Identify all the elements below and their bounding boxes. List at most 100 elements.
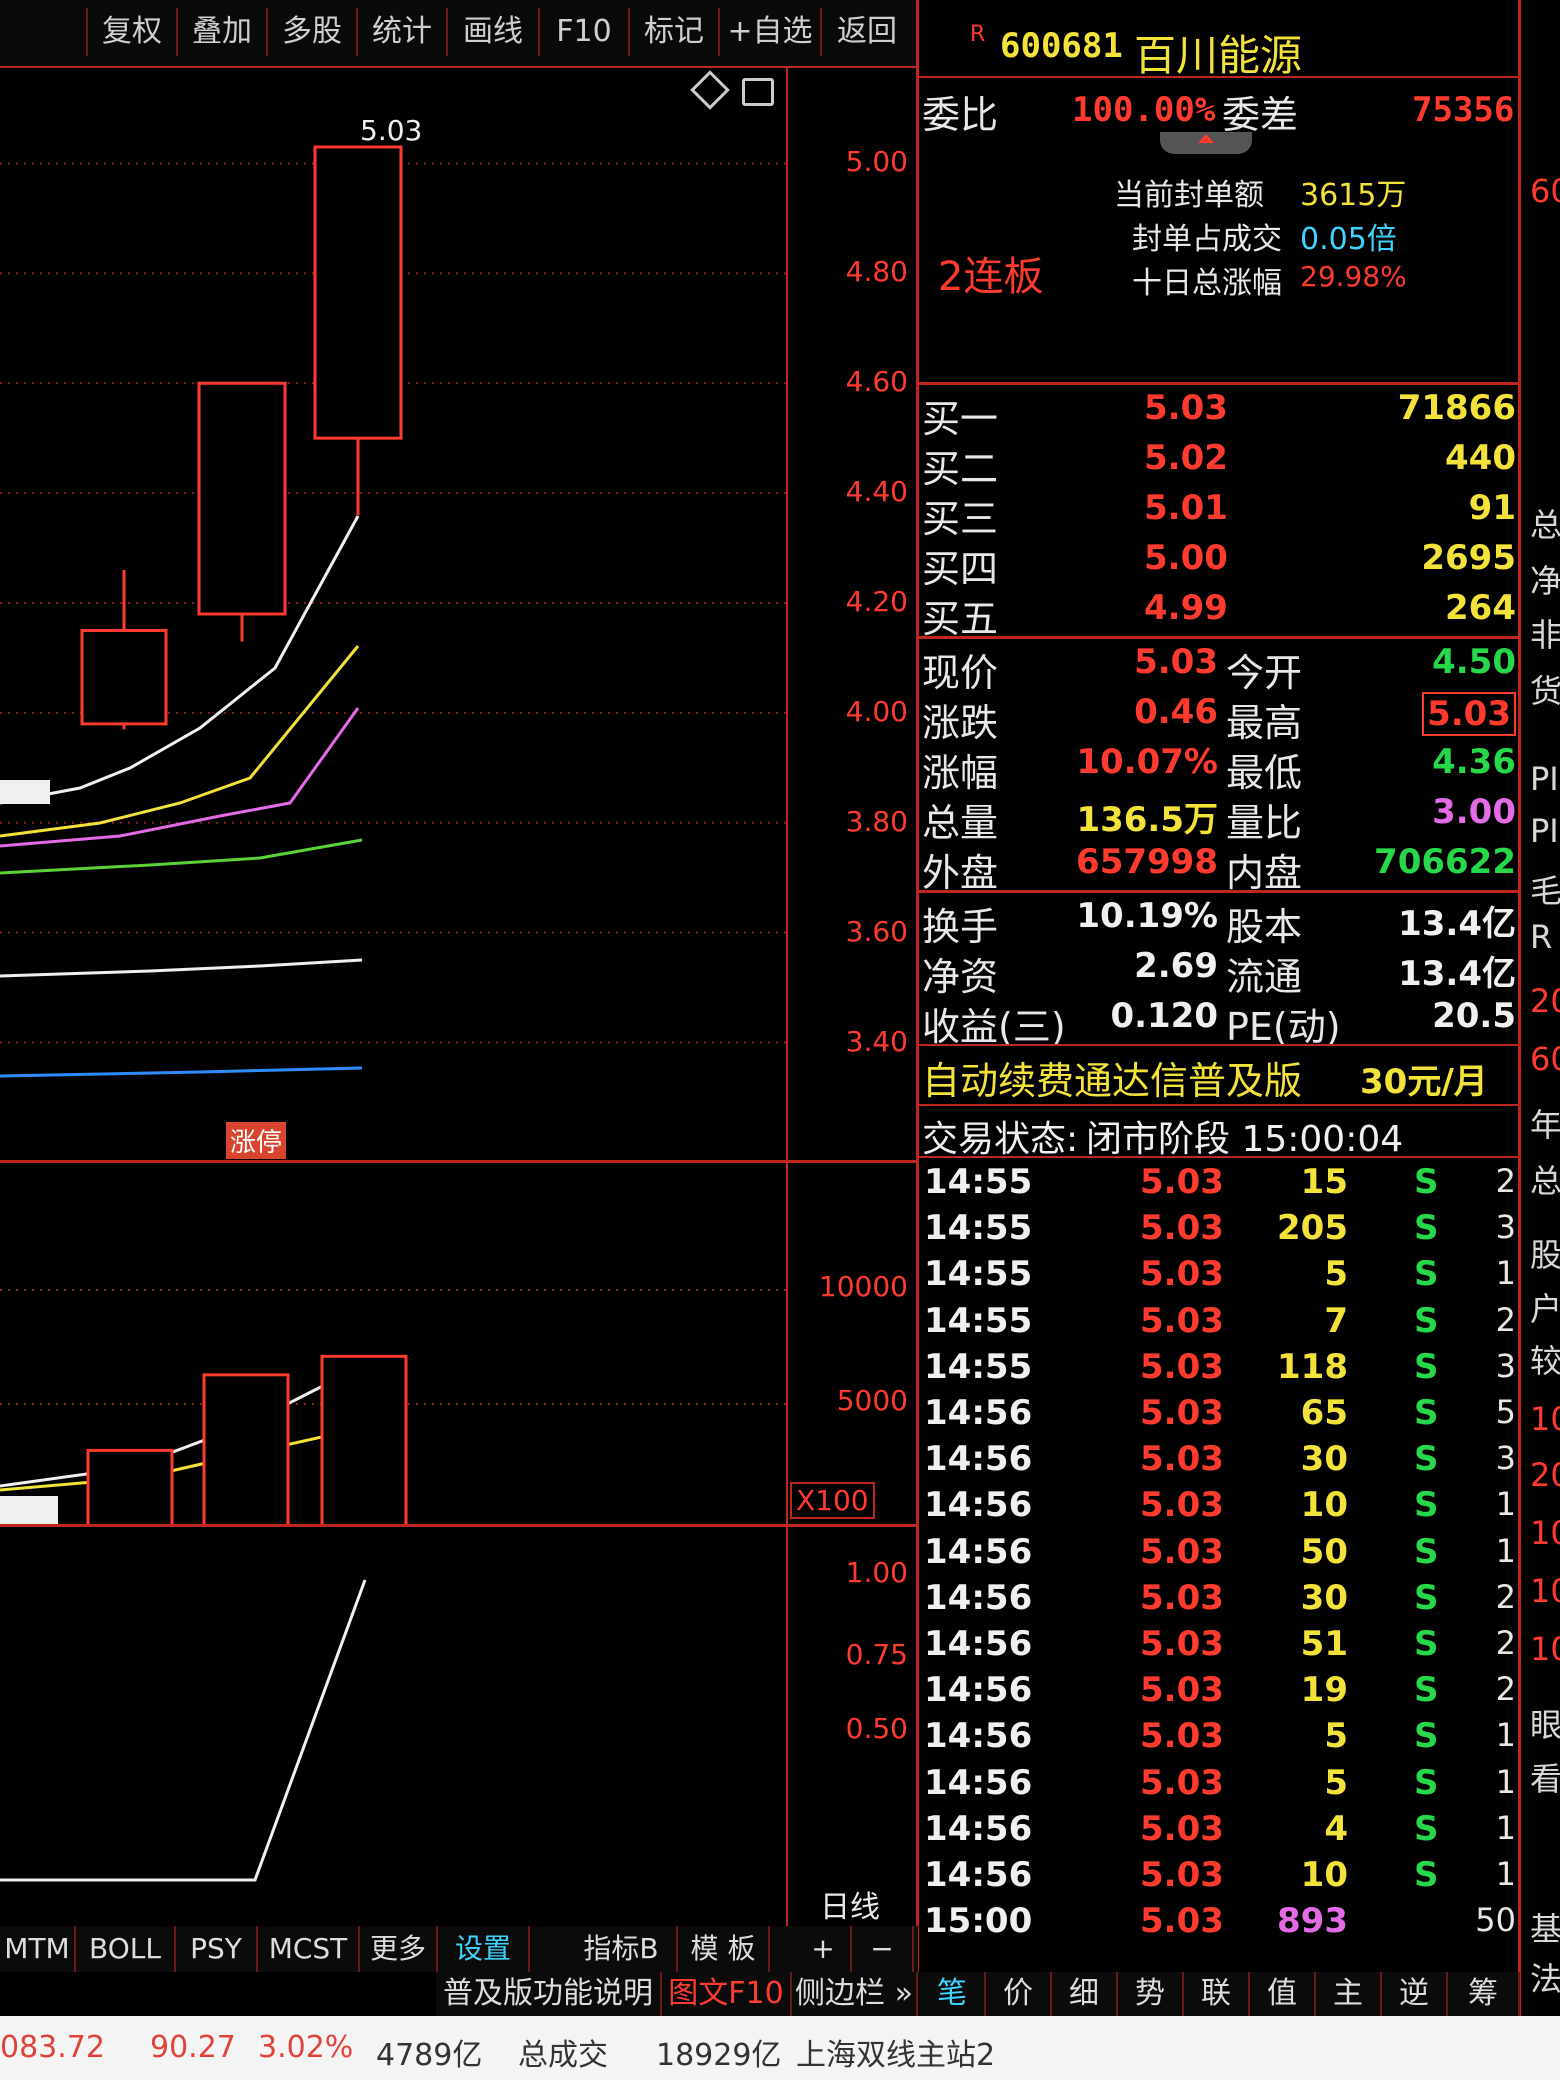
tick-side: S <box>1414 1808 1439 1849</box>
tick-side: S <box>1414 1162 1439 1202</box>
tick-price: 5.03 <box>1140 1346 1224 1387</box>
tick-price: 5.03 <box>1140 1208 1224 1249</box>
tick-count: 1 <box>1495 1254 1516 1293</box>
volume-bar <box>320 1354 408 1524</box>
bid-price: 4.99 <box>1144 588 1228 628</box>
tab-psy[interactable]: PSY <box>176 1926 258 1972</box>
weibi-label: 委比 <box>922 93 999 137</box>
side-panel-fragment: 股 <box>1530 1236 1560 1274</box>
tick-time: 14:56 <box>924 1393 1033 1433</box>
side-panel-fragment: 20 <box>1530 982 1560 1020</box>
stat-value: 4.50 <box>1432 642 1516 682</box>
tab-basic-guide[interactable]: 普及版功能说明 <box>436 1972 662 2016</box>
tick-volume: 19 <box>1300 1670 1348 1711</box>
price-axis-label: 4.80 <box>845 255 908 289</box>
tick-price: 5.03 <box>1140 1624 1224 1664</box>
tab-template[interactable]: 模 板 <box>678 1926 770 1972</box>
tick-volume: 5 <box>1324 1716 1348 1757</box>
stat-value: 5.03 <box>1134 642 1218 682</box>
stat-value: 657998 <box>1076 842 1218 882</box>
tick-volume: 118 <box>1277 1346 1348 1387</box>
tick-volume: 4 <box>1324 1808 1348 1849</box>
fund-value: 0.120 <box>1110 996 1218 1036</box>
tab-trend[interactable]: 势 <box>1118 1972 1184 2016</box>
volume-bar <box>86 1448 174 1524</box>
side-panel-fragment: 基 <box>1530 1910 1560 1948</box>
promo-price[interactable]: 30元/月 <box>1360 1054 1488 1103</box>
limit-streak: 2连板 <box>938 254 1044 300</box>
tick-side: S <box>1414 1300 1439 1341</box>
tab-sidebar[interactable]: 侧边栏 » <box>792 1972 918 2016</box>
toolbar-multi-stock-button[interactable]: 多股 <box>266 8 356 56</box>
tick-side: S <box>1414 1485 1439 1526</box>
indicator-chart[interactable] <box>0 1526 786 1926</box>
toolbar-restore-button[interactable]: 复权 <box>86 8 176 56</box>
total-label: 总成交 <box>518 2038 608 2073</box>
toolbar-draw-button[interactable]: 画线 <box>446 8 538 56</box>
promo-text[interactable]: 自动续费通达信普及版 <box>922 1050 1302 1105</box>
tick-price: 5.03 <box>1140 1439 1224 1480</box>
zoom-out-button[interactable]: − <box>852 1926 914 1972</box>
tick-volume: 7 <box>1324 1300 1348 1341</box>
bid-price: 5.00 <box>1144 538 1228 578</box>
trade-state-label: 交易状态: <box>922 1119 1079 1160</box>
toolbar-overlay-button[interactable]: 叠加 <box>176 8 266 56</box>
index-value: 083.72 <box>0 2030 105 2065</box>
ma120-line <box>0 1066 363 1078</box>
tab-more[interactable]: 更多 <box>360 1926 438 1972</box>
tick-count: 2 <box>1495 1577 1516 1616</box>
chart-toolbar: 复权 叠加 多股 统计 画线 F10 标记 +自选 返回 <box>0 0 918 66</box>
tick-price: 5.03 <box>1140 1901 1224 1942</box>
tab-value[interactable]: 值 <box>1250 1972 1316 2016</box>
stat-label: 量比 <box>1226 801 1303 845</box>
tick-count: 5 <box>1495 1393 1516 1431</box>
toolbar-add-watchlist-button[interactable]: +自选 <box>718 8 820 56</box>
tick-price: 5.03 <box>1140 1808 1224 1849</box>
price-axis-label: 3.40 <box>845 1024 908 1058</box>
tab-related[interactable]: 联 <box>1184 1972 1250 2016</box>
tab-mcst[interactable]: MCST <box>258 1926 360 1972</box>
index-pct: 3.02% <box>258 2030 354 2065</box>
tab-indicator-b[interactable]: 指标B <box>566 1926 678 1972</box>
tab-mtm[interactable]: MTM <box>0 1926 76 1972</box>
toolbar-f10-button[interactable]: F10 <box>538 8 628 56</box>
server-name[interactable]: 上海双线主站2 <box>796 2030 995 2074</box>
side-panel-fragment: PI <box>1530 812 1559 850</box>
stat-label: 总量 <box>922 801 999 845</box>
toolbar-back-button[interactable]: 返回 <box>820 8 912 56</box>
fund-value: 2.69 <box>1134 946 1218 986</box>
stat-label: 最高 <box>1226 701 1303 745</box>
stat-value: 706622 <box>1374 842 1516 882</box>
bid-volume: 264 <box>1445 588 1516 628</box>
collapse-handle[interactable] <box>1160 132 1252 154</box>
tick-side: S <box>1414 1624 1439 1664</box>
prior-candle-stub <box>0 780 50 804</box>
tick-time: 14:55 <box>924 1254 1033 1295</box>
tab-price[interactable]: 价 <box>986 1972 1052 2016</box>
tab-reverse[interactable]: 逆 <box>1382 1972 1448 2016</box>
toolbar-stats-button[interactable]: 统计 <box>356 8 446 56</box>
tab-detail[interactable]: 细 <box>1052 1972 1118 2016</box>
tick-side: S <box>1414 1393 1439 1433</box>
tick-count: 3 <box>1495 1346 1516 1385</box>
tab-settings[interactable]: 设置 <box>438 1926 530 1972</box>
stat-label: 外盘 <box>922 851 999 895</box>
zoom-in-button[interactable]: + <box>796 1926 852 1972</box>
tick-side: S <box>1414 1762 1439 1803</box>
tab-chips[interactable]: 筹 <box>1448 1972 1520 2016</box>
kline-chart[interactable] <box>0 68 786 1524</box>
tick-time: 14:55 <box>924 1300 1033 1341</box>
tab-main[interactable]: 主 <box>1316 1972 1382 2016</box>
side-panel-fragment: 货 <box>1530 672 1560 710</box>
side-panel-fragment: R <box>1530 918 1553 956</box>
tab-boll[interactable]: BOLL <box>76 1926 176 1972</box>
tab-ticks[interactable]: 笔 <box>920 1972 986 2016</box>
toolbar-mark-button[interactable]: 标记 <box>628 8 718 56</box>
bid-label: 买一 <box>922 397 999 441</box>
tab-f10-graphic[interactable]: 图文F10 <box>662 1972 792 2016</box>
period-label[interactable]: 日线 <box>820 1882 880 1926</box>
price-axis-label: 5.00 <box>845 145 908 179</box>
bid-price: 5.01 <box>1144 488 1228 528</box>
side-panel-fragment: 眼 <box>1530 1706 1560 1744</box>
tick-time: 14:56 <box>924 1762 1033 1803</box>
